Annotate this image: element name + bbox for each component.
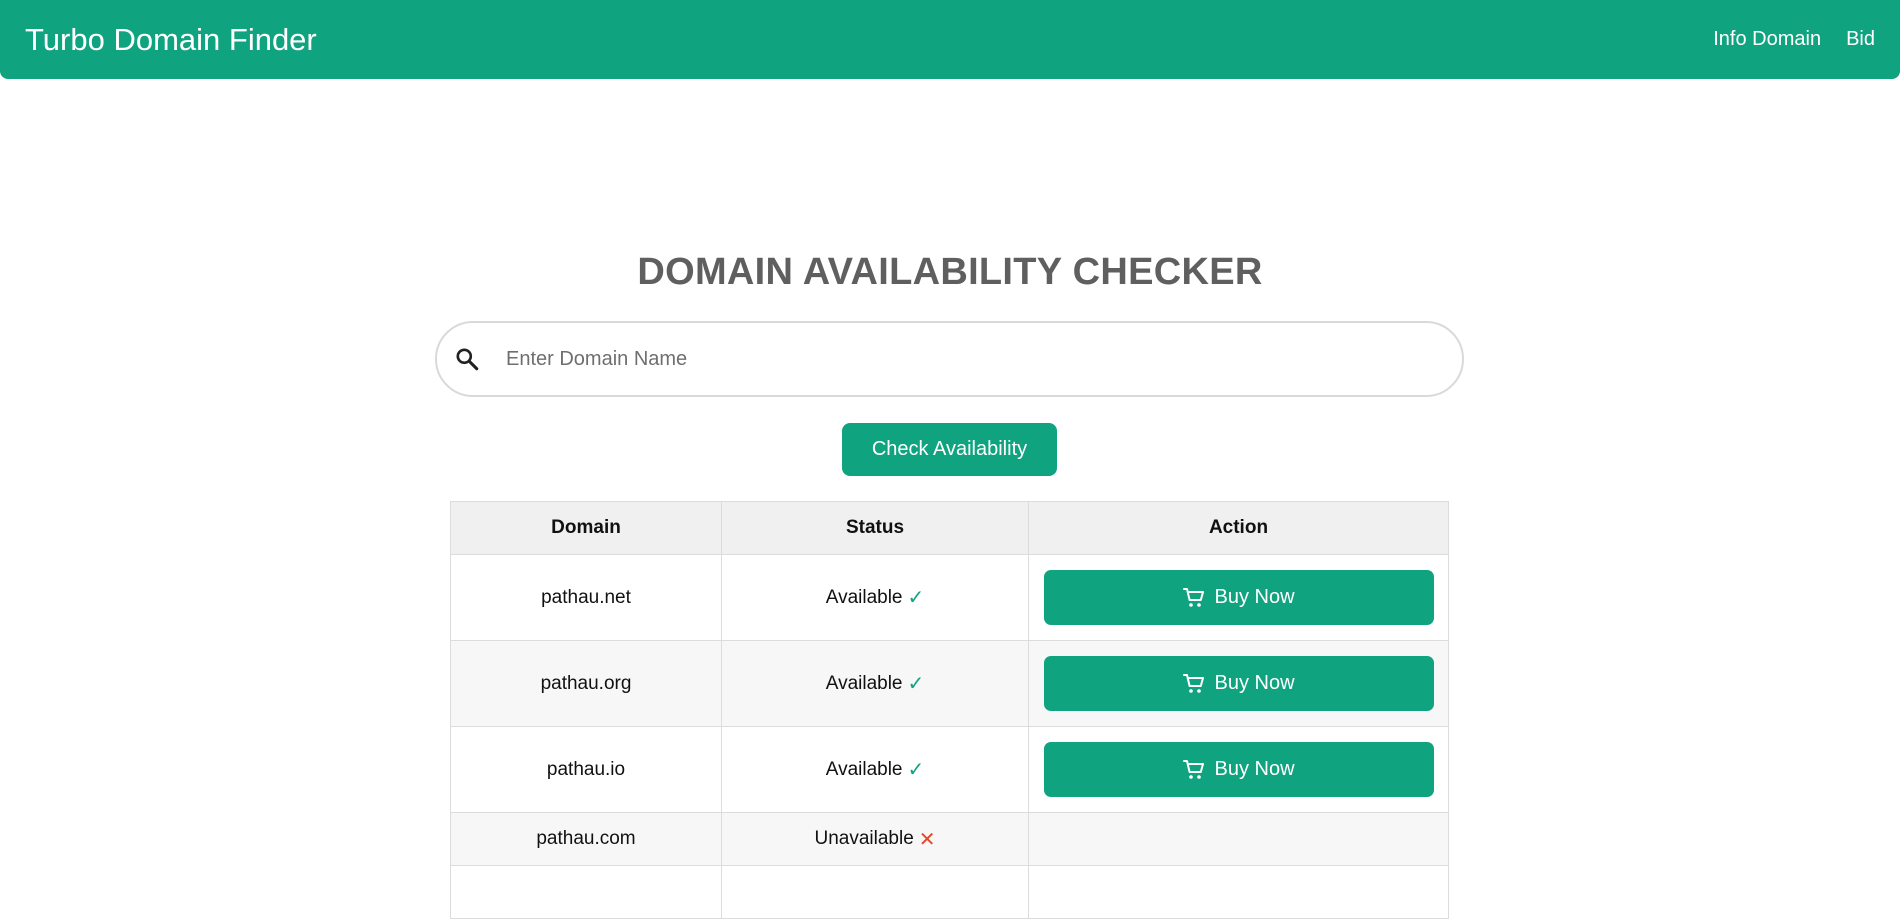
cart-icon bbox=[1182, 586, 1206, 610]
status-text: Available bbox=[825, 586, 903, 608]
cart-icon bbox=[1182, 758, 1206, 782]
status-cell: Available ✓ bbox=[721, 554, 1029, 641]
status-cell: Available ✓ bbox=[721, 726, 1029, 813]
search-icon bbox=[453, 345, 481, 373]
table-row: pathau.io Available ✓ Buy Now bbox=[450, 726, 1449, 813]
domain-cell bbox=[450, 865, 722, 919]
top-navbar: Turbo Domain Finder Info Domain Bid bbox=[0, 0, 1900, 79]
nav-links: Info Domain Bid bbox=[1713, 28, 1875, 51]
table-row: pathau.org Available ✓ Buy Now bbox=[450, 640, 1449, 727]
results-table: Domain Status Action pathau.net Availabl… bbox=[450, 501, 1449, 919]
search-box[interactable] bbox=[435, 321, 1464, 397]
nav-link-bid[interactable]: Bid bbox=[1846, 28, 1875, 51]
domain-cell: pathau.io bbox=[450, 726, 722, 813]
action-cell: Buy Now bbox=[1028, 640, 1449, 727]
buy-now-label: Buy Now bbox=[1214, 758, 1295, 780]
status-cell: Unavailable ✕ bbox=[721, 812, 1029, 866]
cart-icon bbox=[1182, 672, 1206, 696]
action-cell: Buy Now bbox=[1028, 726, 1449, 813]
nav-link-info-domain[interactable]: Info Domain bbox=[1713, 28, 1821, 51]
status-text: Available bbox=[825, 758, 903, 780]
buy-now-button[interactable]: Buy Now bbox=[1043, 742, 1434, 797]
buy-now-label: Buy Now bbox=[1214, 586, 1295, 608]
domain-cell: pathau.com bbox=[450, 812, 722, 866]
header-domain: Domain bbox=[450, 501, 722, 555]
action-cell: Buy Now bbox=[1028, 554, 1449, 641]
header-action: Action bbox=[1028, 501, 1449, 555]
domain-cell: pathau.net bbox=[450, 554, 722, 641]
status-cell: Available ✓ bbox=[721, 640, 1029, 727]
table-row bbox=[450, 865, 1449, 919]
status-text: Unavailable bbox=[814, 828, 914, 849]
buy-now-button[interactable]: Buy Now bbox=[1043, 570, 1434, 625]
brand-title[interactable]: Turbo Domain Finder bbox=[25, 22, 317, 58]
page-title: DOMAIN AVAILABILITY CHECKER bbox=[637, 251, 1263, 293]
buy-now-label: Buy Now bbox=[1214, 672, 1295, 694]
table-header-row: Domain Status Action bbox=[450, 501, 1449, 555]
buy-now-button[interactable]: Buy Now bbox=[1043, 656, 1434, 711]
table-row: pathau.com Unavailable ✕ bbox=[450, 812, 1449, 866]
check-availability-button[interactable]: Check Availability bbox=[842, 423, 1057, 476]
header-status: Status bbox=[721, 501, 1029, 555]
cross-icon: ✕ bbox=[918, 828, 936, 851]
action-cell-empty bbox=[1028, 812, 1449, 866]
table-row: pathau.net Available ✓ Buy Now bbox=[450, 554, 1449, 641]
domain-cell: pathau.org bbox=[450, 640, 722, 727]
action-cell-empty bbox=[1028, 865, 1449, 919]
status-cell bbox=[721, 865, 1029, 919]
domain-search-input[interactable] bbox=[504, 346, 1408, 372]
checkmark-icon: ✓ bbox=[907, 759, 925, 781]
checkmark-icon: ✓ bbox=[907, 673, 925, 695]
status-text: Available bbox=[825, 672, 903, 694]
checkmark-icon: ✓ bbox=[907, 587, 925, 609]
